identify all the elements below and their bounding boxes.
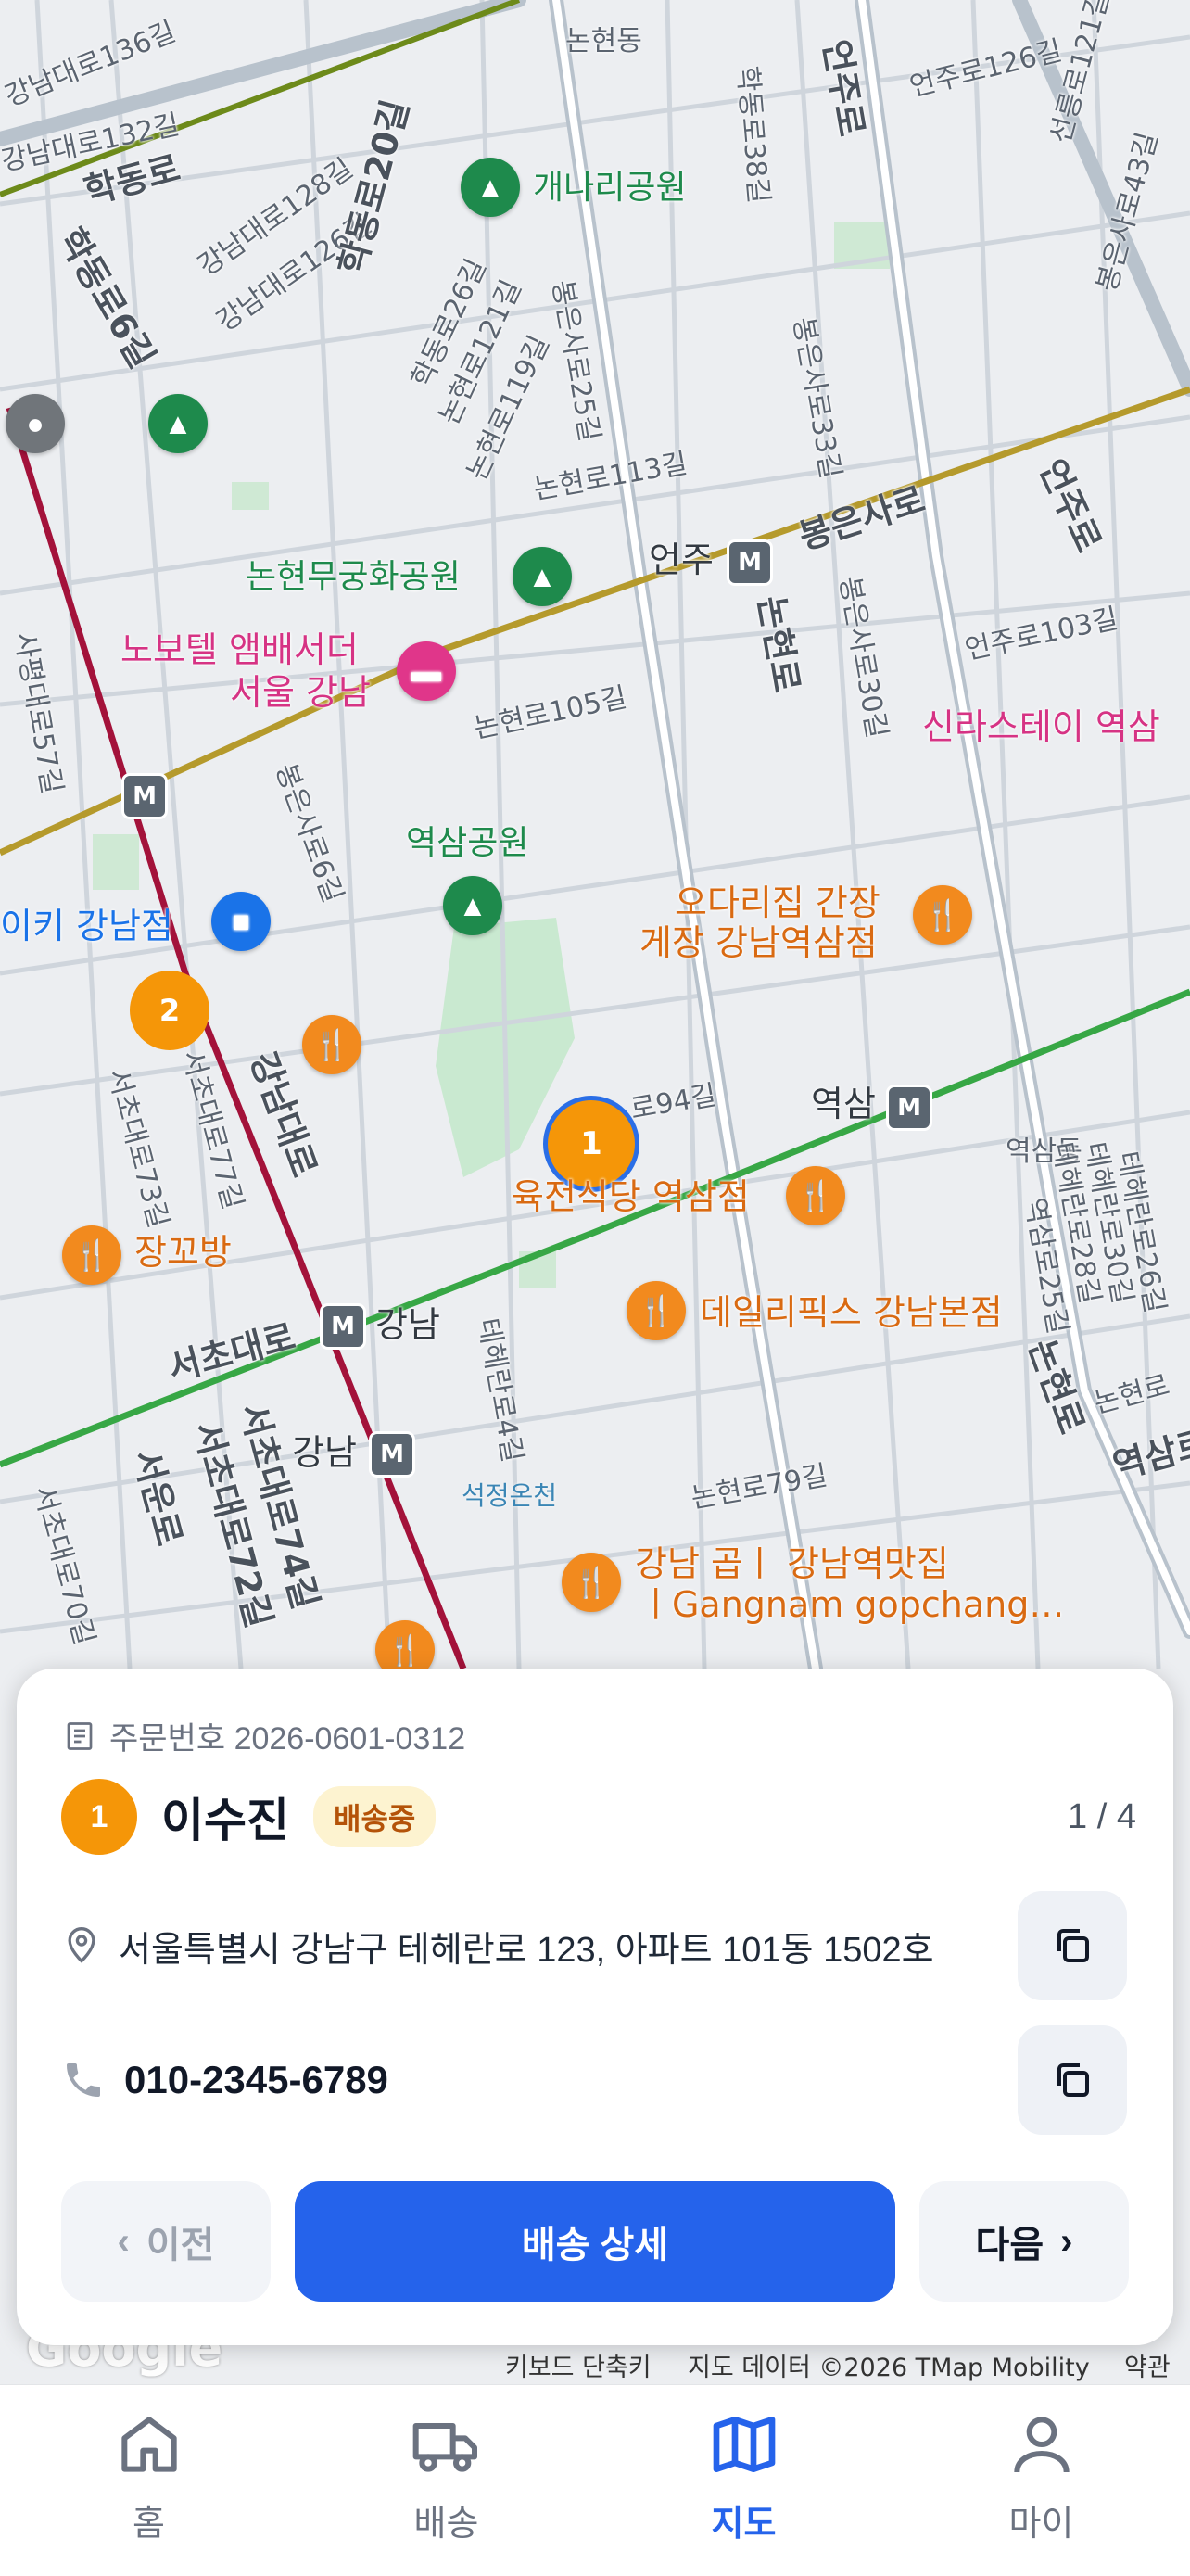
metro-station-icon[interactable]: M	[369, 1431, 415, 1478]
map-label: 이키 강남점	[0, 906, 173, 946]
map-attribution: 키보드 단축키 지도 데이터 ©2026 TMap Mobility 약관	[0, 2343, 1190, 2383]
metro-station-icon[interactable]: M	[320, 1303, 366, 1350]
map-label: 강남	[292, 1432, 357, 1473]
terms-link[interactable]: 약관	[1124, 2347, 1171, 2383]
location-pin-icon	[68, 1927, 95, 1963]
map-label: 언주	[649, 539, 714, 580]
place-pin-icon[interactable]: ●	[6, 394, 65, 453]
restaurant-icon[interactable]: 🍴	[786, 1166, 845, 1225]
map-label: 게장 강남역삼점	[639, 922, 878, 963]
delivery-detail-button[interactable]: 배송 상세	[295, 2181, 895, 2302]
copy-icon	[1057, 1929, 1089, 1962]
home-icon	[120, 2417, 177, 2472]
receipt-icon	[67, 1721, 93, 1750]
detail-label: 배송 상세	[521, 2225, 669, 2265]
map-label: 논현동	[565, 25, 642, 57]
prev-label: 이전	[146, 2225, 215, 2265]
copy-address-button[interactable]	[1018, 1891, 1127, 2000]
map-label: 역삼공원	[406, 824, 529, 862]
metro-station-icon[interactable]: M	[886, 1085, 932, 1131]
tree-icon[interactable]: ▲	[513, 547, 572, 606]
map-label: ㅣGangnam gopchang…	[639, 1584, 1065, 1625]
sequence-badge: 1	[61, 1779, 137, 1855]
tab-delivery[interactable]: 배송	[298, 2385, 595, 2576]
map-label: 신라스테이 역삼	[922, 706, 1160, 747]
bottom-tab-bar: 홈 배송 지도 마이	[0, 2384, 1190, 2576]
recipient-name: 이수진	[161, 1795, 289, 1846]
phone-icon	[67, 2063, 100, 2097]
tab-map[interactable]: 지도	[595, 2385, 892, 2576]
next-button[interactable]: 다음 ›	[919, 2181, 1129, 2302]
restaurant-icon[interactable]: 🍴	[913, 885, 972, 945]
recipient-row: 1 이수진 배송중 1 / 4	[61, 1778, 1136, 1856]
map-data-credit: 지도 데이터 ©2026 TMap Mobility	[688, 2354, 1090, 2382]
truck-icon	[412, 2423, 477, 2472]
phone-row: 010-2345-6789	[61, 2025, 988, 2135]
user-icon	[1013, 2417, 1070, 2473]
map-label: 육전식당 역삼점	[512, 1176, 750, 1217]
delivery-cluster-2[interactable]: 2	[130, 971, 209, 1050]
address-row: 서울특별시 강남구 테헤란로 123, 아파트 101동 1502호	[61, 1891, 1034, 2000]
map-label: 석정온천	[462, 1480, 558, 1511]
map-label: 장꼬방	[134, 1232, 232, 1273]
restaurant-icon[interactable]: 🍴	[562, 1553, 621, 1612]
tree-icon[interactable]: ▲	[461, 158, 520, 217]
shopping-bag-icon[interactable]: ■	[211, 892, 271, 951]
map-label: 강남 곱ㅣ 강남역맛집	[635, 1543, 949, 1584]
tab-home[interactable]: 홈	[0, 2385, 298, 2576]
order-number-row: 주문번호 2026-0601-0312	[63, 1713, 465, 1758]
prev-button[interactable]: ‹ 이전	[61, 2181, 271, 2302]
order-number: 주문번호 2026-0601-0312	[109, 1721, 466, 1757]
metro-station-icon[interactable]: M	[727, 539, 773, 586]
metro-station-icon[interactable]: M	[121, 773, 168, 819]
phone-number[interactable]: 010-2345-6789	[124, 2058, 388, 2102]
restaurant-icon[interactable]: 🍴	[627, 1281, 686, 1340]
tab-my[interactable]: 마이	[892, 2385, 1190, 2576]
map-label: 서울 강남	[230, 672, 371, 713]
map-label: 오다리집 간장	[675, 882, 880, 923]
hotel-icon[interactable]: ▬	[397, 641, 456, 701]
tab-home-label: 홈	[133, 2505, 165, 2544]
map-label: 데일리픽스 강남본점	[700, 1292, 1003, 1333]
stop-counter: 1 / 4	[1068, 1796, 1136, 1836]
chevron-left-icon: ‹	[117, 2220, 130, 2262]
status-badge: 배송중	[313, 1786, 437, 1847]
tab-map-label: 지도	[711, 2505, 777, 2544]
chevron-right-icon: ›	[1060, 2220, 1073, 2262]
map-label: 강남	[375, 1304, 440, 1345]
delivery-card: 주문번호 2026-0601-0312 1 이수진 배송중 1 / 4 서울특별…	[17, 1669, 1173, 2345]
next-label: 다음	[975, 2225, 1044, 2265]
keyboard-shortcuts-link[interactable]: 키보드 단축키	[505, 2347, 652, 2383]
address-text: 서울특별시 강남구 테헤란로 123, 아파트 101동 1502호	[119, 1930, 934, 1970]
map-label: 노보텔 앰배서더	[120, 629, 359, 670]
tree-icon[interactable]: ▲	[148, 394, 208, 453]
map-label: 역삼	[811, 1084, 876, 1124]
tab-my-label: 마이	[1008, 2505, 1074, 2544]
map-label: 논현무궁화공원	[246, 558, 461, 596]
restaurant-icon[interactable]: 🍴	[302, 1015, 361, 1074]
tab-delivery-label: 배송	[413, 2505, 479, 2544]
map-icon	[713, 2417, 775, 2472]
tree-icon[interactable]: ▲	[443, 876, 502, 935]
restaurant-icon[interactable]: 🍴	[62, 1225, 121, 1285]
copy-icon	[1057, 2063, 1089, 2097]
copy-phone-button[interactable]	[1018, 2025, 1127, 2135]
map-label: 개나리공원	[533, 169, 687, 207]
